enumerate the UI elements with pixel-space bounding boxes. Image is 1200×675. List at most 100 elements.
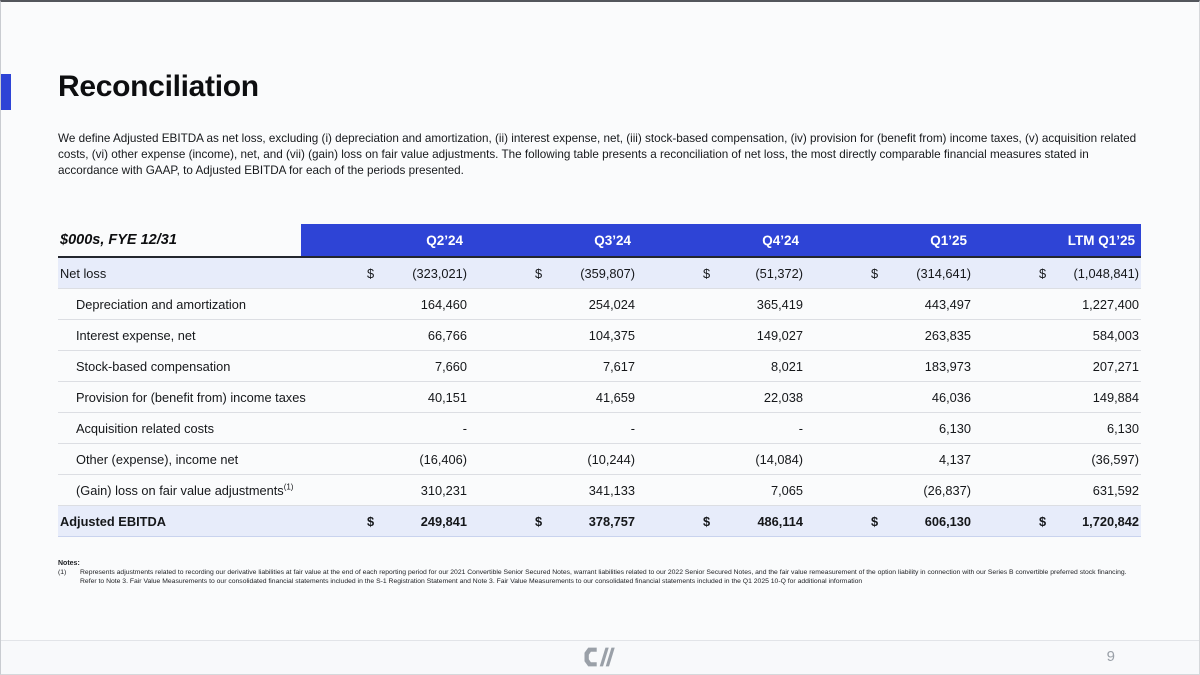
page-number: 9 xyxy=(1107,648,1115,665)
value-cell: (16,406) xyxy=(301,452,469,467)
cell-value: 310,231 xyxy=(421,483,467,498)
unit-label: $000s, FYE 12/31 xyxy=(58,224,301,256)
value-cell: $ (323,021) xyxy=(301,266,469,281)
value-cell: (10,244) xyxy=(469,452,637,467)
table-row-other-expense-income: Other (expense), income net (16,406) (10… xyxy=(58,444,1141,475)
row-label: Net loss xyxy=(58,266,301,281)
value-cell: 40,151 xyxy=(301,390,469,405)
footnote-1: (1) Represents adjustments related to re… xyxy=(58,568,1144,586)
cell-value: 263,835 xyxy=(925,328,971,343)
row-label: Interest expense, net xyxy=(58,328,301,343)
table-row-acquisition-costs: Acquisition related costs - - - 6,130 6,… xyxy=(58,413,1141,444)
table-row-provision-income-taxes: Provision for (benefit from) income taxe… xyxy=(58,382,1141,413)
cell-value: 378,757 xyxy=(589,514,635,529)
cell-value: 183,973 xyxy=(925,359,971,374)
currency-symbol: $ xyxy=(367,514,374,529)
notes-section: Notes: (1) Represents adjustments relate… xyxy=(58,560,1144,586)
row-label-text: Net loss xyxy=(60,266,106,281)
cell-value: 249,841 xyxy=(421,514,467,529)
cell-value: 1,720,842 xyxy=(1082,514,1139,529)
value-cell: 149,027 xyxy=(637,328,805,343)
cell-value: 66,766 xyxy=(428,328,467,343)
column-header-q2-24: Q2’24 xyxy=(301,224,469,256)
currency-symbol: $ xyxy=(703,514,710,529)
row-label-text: (Gain) loss on fair value adjustments xyxy=(76,483,284,498)
table-row-adjusted-ebitda: Adjusted EBITDA $249,841 $378,757 $486,1… xyxy=(58,506,1141,537)
value-cell: 1,227,400 xyxy=(973,297,1141,312)
value-cell: 631,592 xyxy=(973,483,1141,498)
value-cell: 46,036 xyxy=(805,390,973,405)
row-label: Provision for (benefit from) income taxe… xyxy=(58,390,301,405)
cell-value: (10,244) xyxy=(587,452,635,467)
value-cell: 341,133 xyxy=(469,483,637,498)
value-cell: 443,497 xyxy=(805,297,973,312)
value-cell: 6,130 xyxy=(805,421,973,436)
value-cell: - xyxy=(469,421,637,436)
unit-label-text: $000s, FYE 12/31 xyxy=(60,232,177,248)
cell-value: - xyxy=(799,421,803,436)
cell-value: (323,021) xyxy=(412,266,467,281)
table-row-gain-loss-fair-value: (Gain) loss on fair value adjustments(1)… xyxy=(58,475,1141,506)
row-label-text: Interest expense, net xyxy=(76,328,196,343)
row-label-text: Provision for (benefit from) income taxe… xyxy=(76,390,306,405)
accent-bar xyxy=(1,74,11,110)
row-label: Acquisition related costs xyxy=(58,421,301,436)
currency-symbol: $ xyxy=(1039,514,1046,529)
cell-value: 8,021 xyxy=(771,359,803,374)
row-label: (Gain) loss on fair value adjustments(1) xyxy=(58,483,301,498)
cell-value: 7,660 xyxy=(435,359,467,374)
cell-value: 7,065 xyxy=(771,483,803,498)
slide-footer: 9 xyxy=(1,640,1199,674)
value-cell: - xyxy=(637,421,805,436)
cell-value: (314,641) xyxy=(916,266,971,281)
currency-symbol: $ xyxy=(1039,266,1046,281)
value-cell: 183,973 xyxy=(805,359,973,374)
value-cell: $249,841 xyxy=(301,514,469,529)
footnote-marker: (1) xyxy=(284,482,294,491)
currency-symbol: $ xyxy=(367,266,374,281)
row-label: Other (expense), income net xyxy=(58,452,301,467)
cell-value: 104,375 xyxy=(589,328,635,343)
cell-value: 164,460 xyxy=(421,297,467,312)
value-cell: $378,757 xyxy=(469,514,637,529)
value-cell: $ (51,372) xyxy=(637,266,805,281)
value-cell: 6,130 xyxy=(973,421,1141,436)
row-label-text: Stock-based compensation xyxy=(76,359,230,374)
row-label-text: Acquisition related costs xyxy=(76,421,214,436)
value-cell: (36,597) xyxy=(973,452,1141,467)
value-cell: 22,038 xyxy=(637,390,805,405)
cell-value: 6,130 xyxy=(939,421,971,436)
value-cell: (26,837) xyxy=(805,483,973,498)
value-cell: 310,231 xyxy=(301,483,469,498)
row-label: Adjusted EBITDA xyxy=(58,514,301,529)
value-cell: $(1,048,841) xyxy=(973,266,1141,281)
cell-value: 6,130 xyxy=(1107,421,1139,436)
value-cell: $486,114 xyxy=(637,514,805,529)
cell-value: (51,372) xyxy=(755,266,803,281)
currency-symbol: $ xyxy=(535,514,542,529)
cell-value: 254,024 xyxy=(589,297,635,312)
cell-value: 365,419 xyxy=(757,297,803,312)
cell-value: 631,592 xyxy=(1093,483,1139,498)
cell-value: 149,884 xyxy=(1093,390,1139,405)
value-cell: 41,659 xyxy=(469,390,637,405)
coreweave-logo-icon xyxy=(585,647,616,672)
cell-value: 207,271 xyxy=(1093,359,1139,374)
cell-value: - xyxy=(463,421,467,436)
cell-value: (26,837) xyxy=(923,483,971,498)
value-cell: 4,137 xyxy=(805,452,973,467)
cell-value: 41,659 xyxy=(596,390,635,405)
cell-value: 486,114 xyxy=(757,514,803,529)
currency-symbol: $ xyxy=(703,266,710,281)
cell-value: 7,617 xyxy=(603,359,635,374)
table-row-interest-expense: Interest expense, net 66,766 104,375 149… xyxy=(58,320,1141,351)
cell-value: 149,027 xyxy=(757,328,803,343)
value-cell: 164,460 xyxy=(301,297,469,312)
table-header-row: $000s, FYE 12/31 Q2’24 Q3’24 Q4’24 Q1’25… xyxy=(58,224,1141,258)
slide: Reconciliation We define Adjusted EBITDA… xyxy=(0,0,1200,675)
cell-value: 4,137 xyxy=(939,452,971,467)
cell-value: 341,133 xyxy=(589,483,635,498)
value-cell: 365,419 xyxy=(637,297,805,312)
cell-value: (16,406) xyxy=(419,452,467,467)
row-label-text: Depreciation and amortization xyxy=(76,297,246,312)
